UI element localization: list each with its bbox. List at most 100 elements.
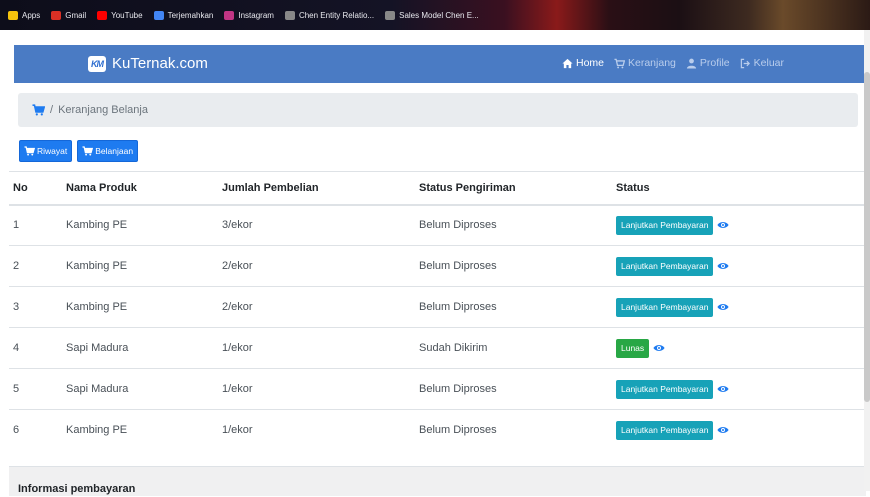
status-actions: Lanjutkan Pembayaran: [616, 297, 866, 317]
continue-payment-button[interactable]: Lanjutkan Pembayaran: [616, 420, 714, 440]
table-row: 5 Sapi Madura 1/ekor Belum Diproses Lanjutka…: [9, 368, 866, 410]
nav-home[interactable]: Home: [562, 57, 604, 69]
continue-payment-button[interactable]: Lanjutkan Pembayaran: [616, 256, 714, 276]
bookmark-item[interactable]: Sales Model Chen E...: [385, 10, 479, 20]
history-button-label: Riwayat: [37, 146, 68, 156]
bookmark-label: YouTube: [111, 10, 143, 20]
cart-icon[interactable]: [32, 104, 45, 116]
breadcrumb: / Keranjang Belanja: [18, 93, 858, 127]
eye-icon[interactable]: [717, 425, 729, 435]
bookmark-item[interactable]: YouTube: [97, 10, 143, 20]
cell-qty: 2/ekor: [222, 245, 419, 287]
site-favicon-icon: [385, 10, 396, 20]
nav-links: Home Keranjang Profile Keluar: [562, 57, 784, 69]
bookmark-label: Gmail: [65, 10, 87, 20]
eye-icon[interactable]: [653, 343, 665, 353]
nav-home-label: Home: [575, 57, 604, 69]
action-buttons: Riwayat Belanjaan: [19, 140, 139, 162]
cell-status: Lanjutkan Pembayaran: [616, 368, 866, 410]
youtube-icon: [97, 10, 108, 20]
continue-payment-button[interactable]: Lanjutkan Pembayaran: [616, 297, 714, 317]
bookmark-item[interactable]: Gmail: [51, 10, 87, 20]
instagram-icon: [224, 10, 235, 20]
brand-logo-icon: KM: [88, 55, 106, 72]
nav-profile[interactable]: Profile: [686, 57, 730, 69]
header-qty: Jumlah Pembelian: [222, 171, 419, 206]
bookmark-item[interactable]: Chen Entity Relatio...: [284, 10, 375, 20]
scrollbar[interactable]: [864, 30, 870, 491]
paid-badge[interactable]: Lunas: [616, 338, 650, 358]
cell-product: Kambing PE: [66, 409, 222, 451]
home-icon: [562, 58, 573, 68]
cell-qty: 1/ekor: [222, 327, 419, 369]
nav-profile-label: Profile: [699, 57, 730, 69]
cart-icon: [24, 146, 35, 156]
header-status: Status: [616, 171, 866, 206]
nav-cart[interactable]: Keranjang: [614, 57, 676, 69]
bookmark-label: Apps: [22, 10, 41, 20]
table-header-row: No Nama Produk Jumlah Pembelian Status P…: [9, 171, 866, 206]
eye-icon[interactable]: [717, 220, 729, 230]
breadcrumb-separator: /: [50, 104, 54, 116]
continue-payment-button[interactable]: Lanjutkan Pembayaran: [616, 379, 714, 399]
scrollbar-thumb[interactable]: [864, 72, 870, 402]
table-row: 6 Kambing PE 1/ekor Belum Diproses Lanjutkan…: [9, 409, 866, 451]
shopping-button[interactable]: Belanjaan: [77, 140, 139, 162]
navbar: KM KuTernak.com Home Keranjang Profile K…: [14, 45, 866, 83]
table-row: 2 Kambing PE 2/ekor Belum Diproses Lanjutkan…: [9, 245, 866, 287]
history-button[interactable]: Riwayat: [19, 140, 73, 162]
eye-icon[interactable]: [717, 261, 729, 271]
bookmark-item[interactable]: Terjemahkan: [153, 10, 214, 20]
cell-product: Kambing PE: [66, 245, 222, 287]
shopping-button-label: Belanjaan: [95, 146, 134, 156]
cell-product: Kambing PE: [66, 204, 222, 246]
bookmarks-list: Apps Gmail YouTube Terjemahkan Instagram Chen…: [8, 0, 479, 30]
payment-info-title: Informasi pembayaran: [18, 483, 136, 495]
translate-icon: [153, 10, 164, 20]
nav-logout[interactable]: Keluar: [740, 57, 784, 69]
cell-status: Lunas: [616, 327, 866, 369]
continue-payment-button[interactable]: Lanjutkan Pembayaran: [616, 215, 714, 235]
table-row: 1 Kambing PE 3/ekor Belum Diproses Lanjutkan…: [9, 204, 866, 246]
cell-product: Sapi Madura: [66, 327, 222, 369]
status-actions: Lanjutkan Pembayaran: [616, 379, 866, 399]
cell-qty: 3/ekor: [222, 204, 419, 246]
cell-status: Lanjutkan Pembayaran: [616, 286, 866, 328]
status-actions: Lanjutkan Pembayaran: [616, 215, 866, 235]
cell-shipping: Belum Diproses: [419, 409, 616, 451]
status-actions: Lanjutkan Pembayaran: [616, 256, 866, 276]
cell-no: 2: [9, 245, 66, 287]
eye-icon[interactable]: [717, 384, 729, 394]
user-icon: [686, 58, 696, 69]
cell-no: 1: [9, 204, 66, 246]
gmail-icon: [51, 10, 62, 20]
cell-no: 4: [9, 327, 66, 369]
header-no: No: [9, 171, 66, 206]
cell-qty: 2/ekor: [222, 286, 419, 328]
cell-no: 5: [9, 368, 66, 410]
header-shipping: Status Pengiriman: [419, 171, 616, 206]
cell-qty: 1/ekor: [222, 409, 419, 451]
bookmarks-bar: Apps Gmail YouTube Terjemahkan Instagram Chen…: [0, 0, 870, 30]
bookmark-item[interactable]: Apps: [8, 10, 41, 20]
brand[interactable]: KM KuTernak.com: [88, 55, 208, 72]
cell-shipping: Belum Diproses: [419, 204, 616, 246]
bookmark-item[interactable]: Instagram: [224, 10, 274, 20]
cell-shipping: Sudah Dikirim: [419, 327, 616, 369]
bookmark-label: Chen Entity Relatio...: [298, 10, 375, 20]
cell-shipping: Belum Diproses: [419, 245, 616, 287]
cell-status: Lanjutkan Pembayaran: [616, 409, 866, 451]
cell-shipping: Belum Diproses: [419, 286, 616, 328]
bookmark-label: Instagram: [238, 10, 274, 20]
eye-icon[interactable]: [717, 302, 729, 312]
cell-product: Kambing PE: [66, 286, 222, 328]
cart-icon: [614, 58, 625, 68]
site-favicon-icon: [284, 10, 295, 20]
cell-shipping: Belum Diproses: [419, 368, 616, 410]
payment-info-section: Informasi pembayaran: [9, 466, 866, 496]
header-product: Nama Produk: [66, 171, 222, 206]
cell-no: 3: [9, 286, 66, 328]
sign-out-icon: [740, 58, 750, 68]
cell-status: Lanjutkan Pembayaran: [616, 204, 866, 246]
bookmark-label: Terjemahkan: [167, 10, 214, 20]
